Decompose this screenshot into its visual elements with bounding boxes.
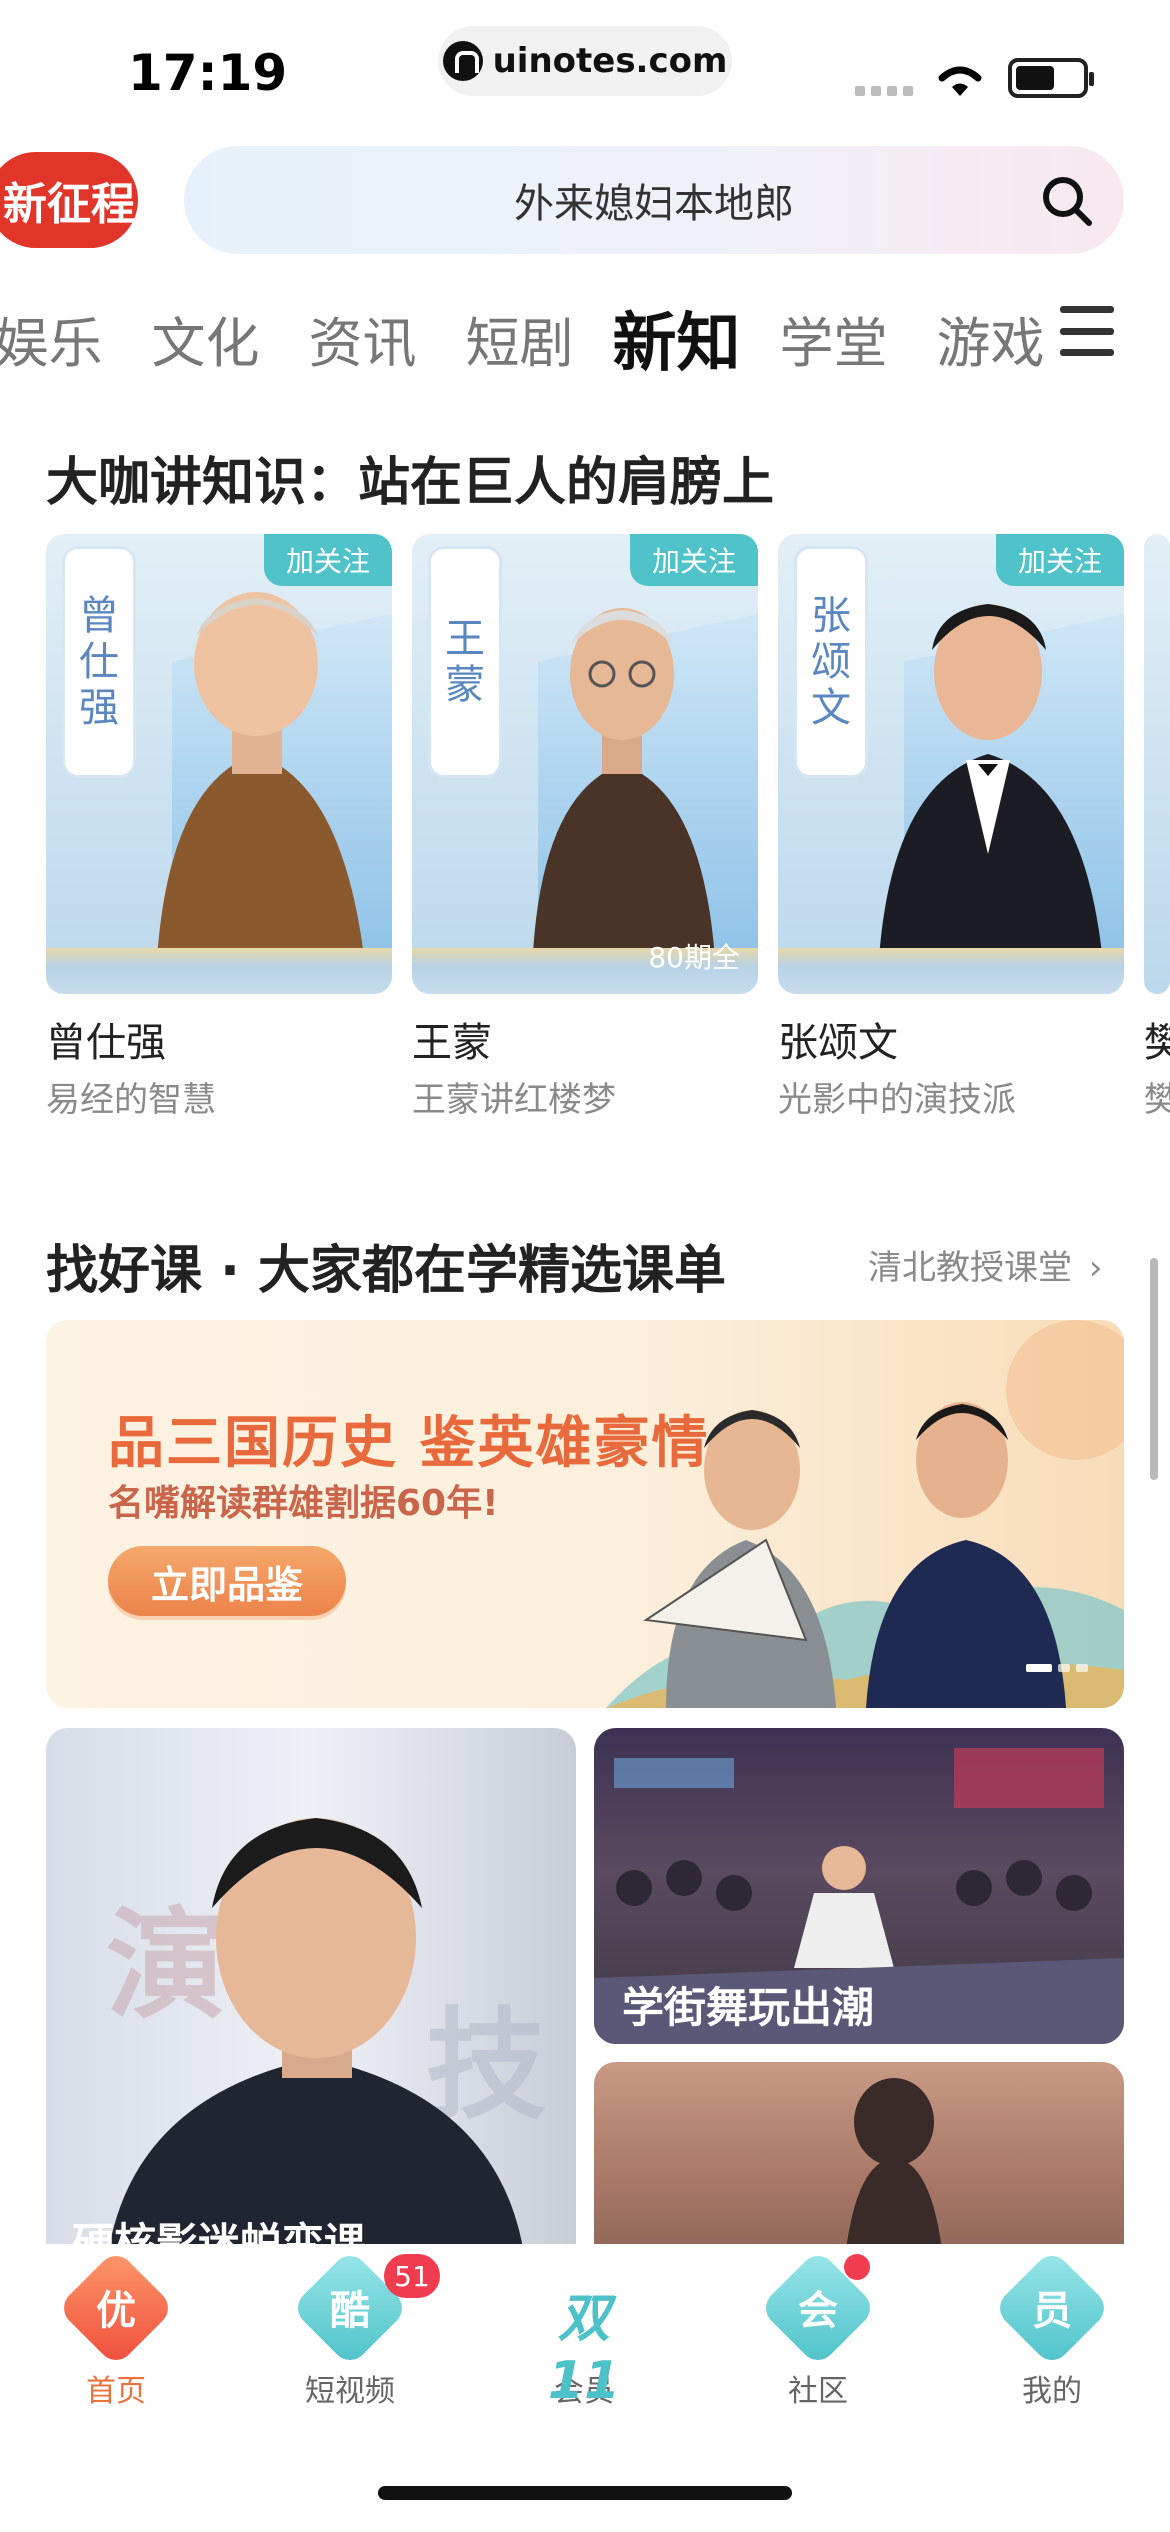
course-tile[interactable]: 演 技 硬核影迷蜕变课 [46,1728,576,2268]
promo-tag[interactable]: 新征程 [0,152,138,248]
tab-duanju[interactable]: 短剧 [441,299,598,378]
carousel-indicator [1026,1664,1088,1672]
follow-button[interactable]: 加关注 [264,534,392,586]
notification-dot [844,2254,870,2280]
lecturer-subtitle: 易经的智慧 [46,1080,216,1120]
category-tabs: 娱乐 文化 资讯 短剧 新知 学堂 游戏 [0,292,1069,384]
name-bubble: 曾仕强 [62,546,136,778]
name-bubble: 王蒙 [428,546,502,778]
menu-icon[interactable] [1060,306,1114,356]
course-photo [106,1818,526,2268]
lecturer-subtitle: 樊 [1144,1080,1170,1120]
course-tile[interactable]: 学街舞玩出潮 [594,1728,1124,2044]
tab-xuetang[interactable]: 学堂 [755,299,912,378]
youku-home-icon: 优 [56,2248,176,2368]
tab-youxi[interactable]: 游戏 [912,299,1069,378]
section-title: 找好课 · 大家都在学精选课单 [46,1241,726,1301]
course-photo [844,2078,944,2268]
notification-badge: 51 [384,2254,440,2298]
nav-profile[interactable]: 员 我的 [982,2248,1122,2410]
nav-home[interactable]: 优 首页 [46,2248,186,2410]
tab-zixun[interactable]: 资讯 [284,299,441,378]
url-text: uinotes.com [492,41,728,81]
tab-xinzhi[interactable]: 新知 [598,292,755,384]
follow-button[interactable]: 加关注 [996,534,1124,586]
status-time: 17:19 [128,44,288,102]
short-video-icon: 酷 51 [290,2248,440,2368]
search-query: 外来媳妇本地郎 [514,181,794,227]
lecturer-subtitle: 光影中的演技派 [778,1080,1016,1120]
section-title: 大咖讲知识：站在巨人的肩膀上 [46,453,775,513]
lecturer-card[interactable]: 王蒙 加关注 80期全 [412,534,758,994]
name-bubble: 张颂文 [794,546,868,778]
lecturer-name: 张颂文 [778,1020,898,1066]
promo-banner[interactable]: 品三国历史 鉴英雄豪情 名嘴解读群雄割据60年! 立即品鉴 [46,1320,1124,1708]
lecturer-name: 曾仕强 [46,1020,166,1066]
nav-vip[interactable]: 双11 会员 [514,2260,654,2411]
banner-illustration [606,1320,1124,1708]
home-indicator [378,2486,792,2500]
nav-community[interactable]: 会 社区 [748,2248,888,2410]
tab-yule[interactable]: 娱乐 [0,299,127,378]
site-icon [442,41,483,81]
tile-label: 学街舞玩出潮 [622,1983,875,2032]
lecturer-card[interactable] [1144,534,1170,994]
chevron-right-icon: › [1088,1248,1103,1288]
course-tile[interactable] [594,2062,1124,2268]
episode-count: 80期全 [648,941,740,974]
banner-cta-button[interactable]: 立即品鉴 [108,1546,346,1616]
follow-button[interactable]: 加关注 [630,534,758,586]
cellular-signal-icon [855,86,913,96]
banner-headline: 品三国历史 鉴英雄豪情 [108,1411,710,1476]
lecturer-photo [878,604,1104,974]
url-bar[interactable]: uinotes.com [438,26,732,96]
profile-icon: 员 [992,2248,1112,2368]
lecturer-card[interactable]: 曾仕强 加关注 [46,534,392,994]
tab-wenhua[interactable]: 文化 [127,299,284,378]
lecturer-card[interactable]: 张颂文 加关注 [778,534,1124,994]
lecturer-subtitle: 王蒙讲红楼梦 [412,1080,616,1120]
lecturer-name: 樊 [1144,1020,1170,1066]
banner-subheadline: 名嘴解读群雄割据60年! [108,1483,499,1524]
scrollbar[interactable] [1150,1258,1158,1480]
battery-icon [1008,58,1094,98]
double11-icon: 双11 [547,2289,621,2411]
lecturer-name: 王蒙 [412,1020,492,1066]
wifi-icon [938,66,982,96]
more-link[interactable]: 清北教授课堂 › [868,1240,1102,1289]
search-bar[interactable]: 外来媳妇本地郎 [184,146,1124,254]
community-icon: 会 [758,2248,878,2368]
search-icon[interactable] [1040,174,1094,228]
nav-short-video[interactable]: 酷 51 短视频 [280,2248,440,2410]
lecturer-photo [532,608,716,974]
lecturer-photo [156,592,366,974]
